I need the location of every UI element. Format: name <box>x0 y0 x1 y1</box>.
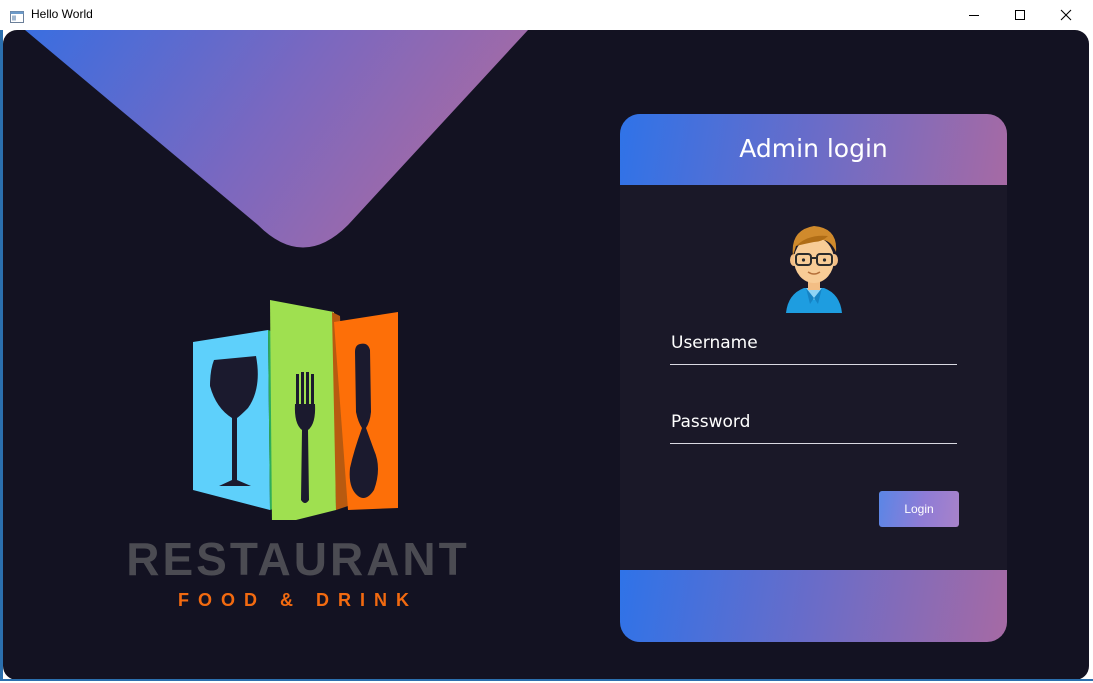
window-right-edge <box>1089 30 1093 680</box>
app-body: RESTAURANT FOOD & DRINK Admin login User… <box>3 30 1089 680</box>
login-card-header: Admin login <box>620 114 1007 185</box>
window-app-icon <box>10 8 24 23</box>
maximize-button[interactable] <box>997 0 1043 30</box>
title-bar: Hello World <box>0 0 1093 30</box>
window-bottom-edge <box>0 679 1093 681</box>
close-icon <box>1060 6 1072 25</box>
login-card-footer <box>620 570 1007 642</box>
username-field[interactable]: Username <box>670 324 957 365</box>
minimize-button[interactable] <box>951 0 997 30</box>
brand-name: RESTAURANT <box>126 533 470 585</box>
maximize-icon <box>1014 6 1026 25</box>
admin-avatar-icon <box>786 226 842 313</box>
app-window: Hello World RESTAURANT FOOD & DRINK Admi… <box>0 0 1093 683</box>
minimize-icon <box>968 6 980 25</box>
window-title: Hello World <box>31 7 93 21</box>
login-card: Admin login Username Password Login <box>620 114 1007 642</box>
username-placeholder: Username <box>671 333 758 353</box>
password-placeholder: Password <box>671 412 751 432</box>
brand-tagline: FOOD & DRINK <box>178 590 418 610</box>
password-field[interactable]: Password <box>670 403 957 444</box>
login-title: Admin login <box>739 134 888 163</box>
login-button[interactable]: Login <box>879 491 959 527</box>
hero-gradient-shape <box>25 30 528 248</box>
restaurant-logo <box>193 300 398 520</box>
close-button[interactable] <box>1043 0 1089 30</box>
